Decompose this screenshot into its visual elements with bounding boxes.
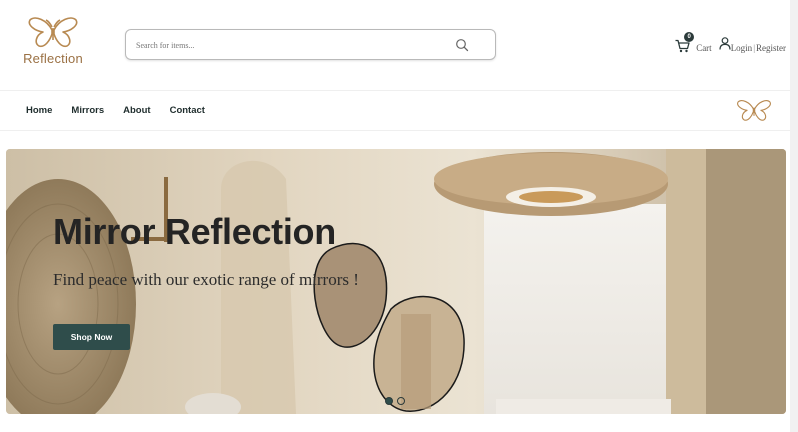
cart-link[interactable]: 0 Cart xyxy=(675,31,712,53)
nav-item-mirrors[interactable]: Mirrors xyxy=(71,105,104,116)
carousel-indicators xyxy=(385,397,405,405)
cart-count-badge: 0 xyxy=(684,31,695,42)
nav-item-home[interactable]: Home xyxy=(26,105,52,116)
brand-name: Reflection xyxy=(23,51,83,66)
butterfly-icon xyxy=(737,100,771,121)
carousel-dot[interactable] xyxy=(385,397,393,405)
nav-item-about[interactable]: About xyxy=(123,105,150,116)
carousel-dot[interactable] xyxy=(397,397,405,405)
page-scrollbar[interactable] xyxy=(790,0,798,432)
account-links: 0 Cart Login | Register xyxy=(675,31,786,53)
login-link[interactable]: Login xyxy=(731,43,753,53)
hero-banner: Mirror Reflection Find peace with our ex… xyxy=(6,149,786,414)
shop-now-button[interactable]: Shop Now xyxy=(53,324,130,350)
butterfly-logo-icon xyxy=(28,17,78,48)
site-header: Reflection 0 Cart Login | Register xyxy=(0,0,798,90)
register-link[interactable]: Register xyxy=(756,43,786,53)
search-bar xyxy=(125,29,496,60)
brand-logo[interactable]: Reflection xyxy=(18,16,88,76)
hero-title: Mirror Reflection xyxy=(53,211,336,252)
account-separator: | xyxy=(753,42,755,53)
user-icon xyxy=(719,36,731,50)
search-input[interactable] xyxy=(136,36,436,54)
main-nav: Home Mirrors About Contact xyxy=(0,90,798,131)
cart-label[interactable]: Cart xyxy=(696,43,712,53)
nav-links: Home Mirrors About Contact xyxy=(26,105,224,116)
nav-item-contact[interactable]: Contact xyxy=(170,105,205,116)
search-icon[interactable] xyxy=(455,38,469,52)
hero-subtitle: Find peace with our exotic range of mirr… xyxy=(53,270,359,289)
